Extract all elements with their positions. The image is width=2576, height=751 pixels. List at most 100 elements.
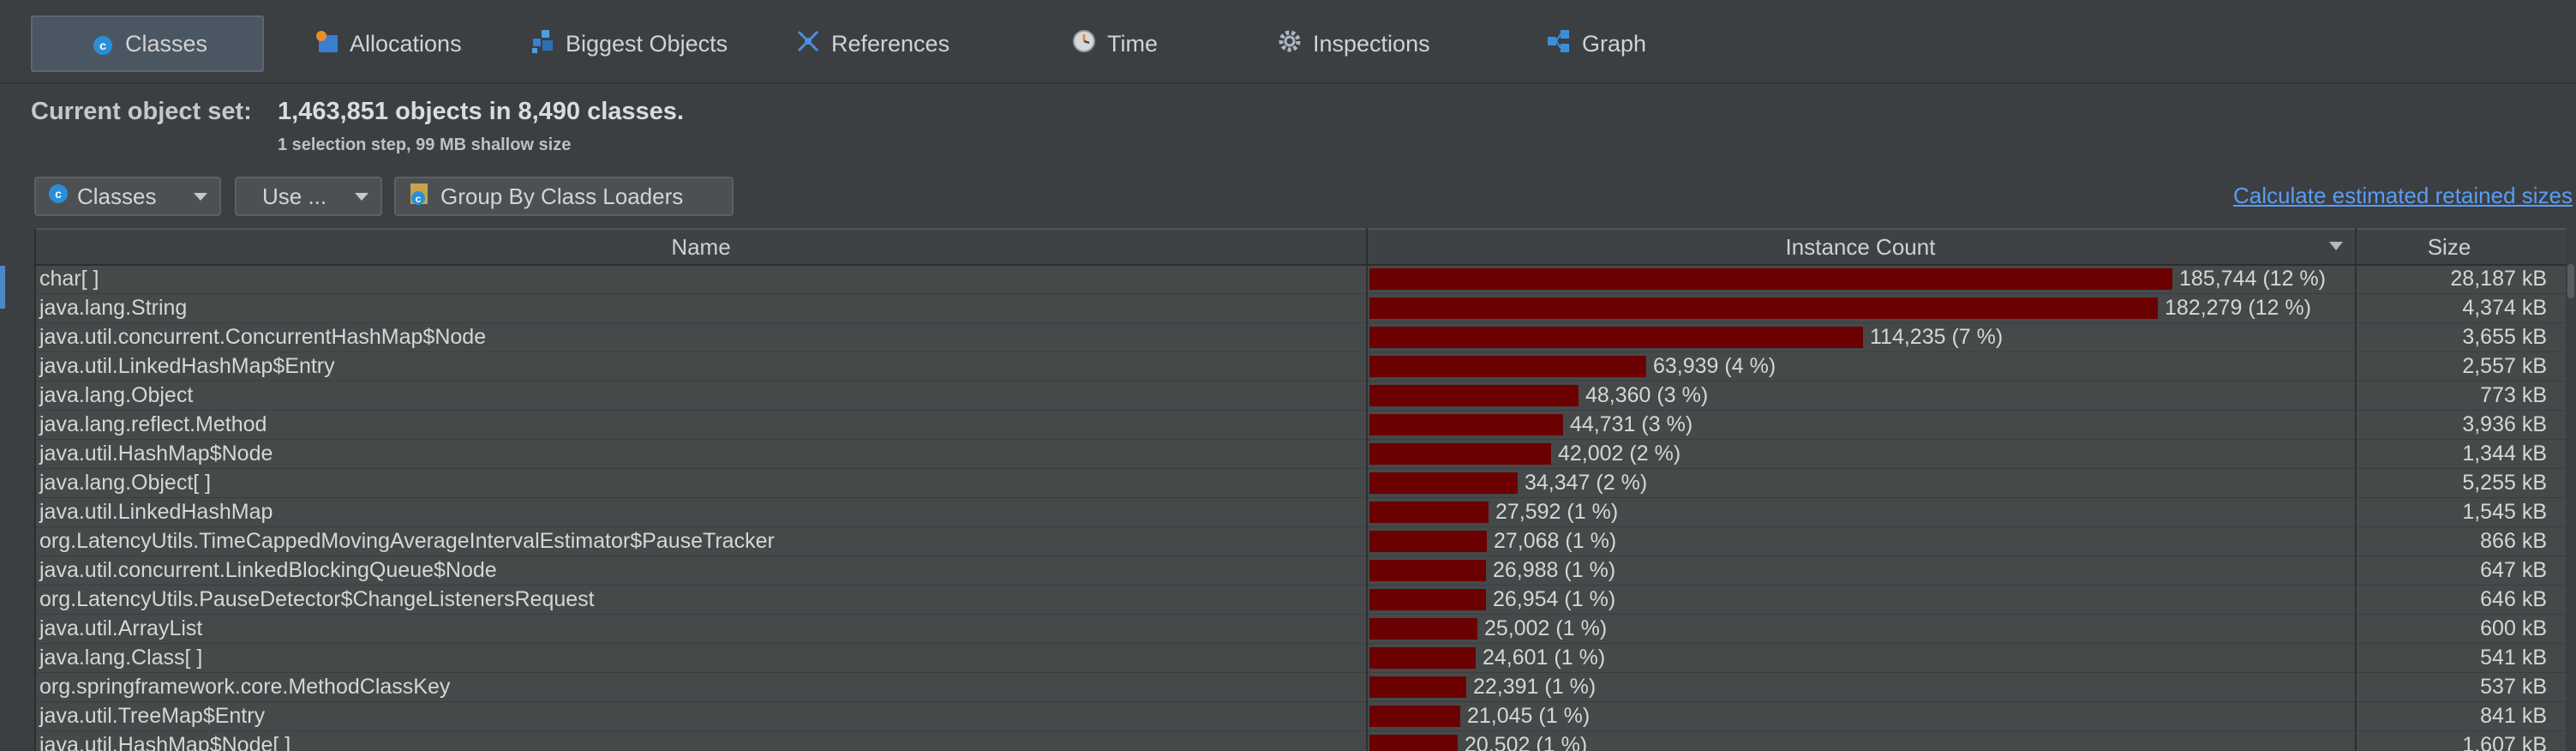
instance-count-bar: [1369, 297, 2158, 319]
size-cell: 866 kB: [2480, 529, 2547, 553]
instance-count-cell: 42,002 (2 %): [1558, 442, 1681, 466]
tab-label: Time: [1107, 30, 1158, 57]
size-cell: 841 kB: [2480, 704, 2547, 728]
sort-descending-icon: [2329, 242, 2343, 250]
instance-count-cell: 63,939 (4 %): [1653, 354, 1776, 378]
column-divider: [2355, 228, 2357, 751]
instance-count-cell: 27,068 (1 %): [1494, 529, 1617, 553]
size-cell: 537 kB: [2480, 675, 2547, 699]
tab-classes[interactable]: c Classes: [31, 15, 264, 72]
tab-label: Inspections: [1313, 30, 1430, 57]
tab-allocations[interactable]: Allocations: [298, 15, 462, 72]
table-row[interactable]: java.util.concurrent.ConcurrentHashMap$N…: [36, 322, 2566, 352]
svg-text:c: c: [99, 39, 106, 52]
object-set-details: 1 selection step, 99 MB shallow size: [278, 135, 572, 154]
table-row[interactable]: org.LatencyUtils.TimeCappedMovingAverage…: [36, 526, 2566, 556]
instance-count-bar: [1369, 706, 1460, 727]
class-c-icon: c: [48, 183, 69, 210]
table-row[interactable]: java.util.concurrent.LinkedBlockingQueue…: [36, 556, 2566, 586]
chevron-down-icon: [194, 192, 207, 201]
calculate-retained-sizes-link[interactable]: Calculate estimated retained sizes: [2233, 183, 2573, 209]
allocations-icon: [314, 28, 339, 60]
table-row[interactable]: org.LatencyUtils.PauseDetector$ChangeLis…: [36, 585, 2566, 615]
selection-indicator: [0, 266, 5, 309]
table-row[interactable]: java.util.LinkedHashMap 27,592 (1 %) 1,545…: [36, 497, 2566, 527]
tab-label: Biggest Objects: [566, 30, 728, 57]
tab-label: Graph: [1582, 30, 1647, 57]
instance-count-bar: [1369, 502, 1489, 523]
chevron-down-icon: [355, 192, 368, 201]
instance-count-cell: 22,391 (1 %): [1473, 675, 1597, 699]
size-cell: 2,557 kB: [2462, 354, 2547, 378]
instance-count-cell: 27,592 (1 %): [1495, 500, 1619, 524]
tab-inspections[interactable]: Inspections: [1261, 15, 1430, 72]
class-name-cell: org.springframework.core.MethodClassKey: [39, 675, 451, 699]
size-cell: 3,936 kB: [2462, 412, 2547, 436]
svg-text:c: c: [55, 187, 62, 201]
tab-biggest-objects[interactable]: Biggest Objects: [514, 15, 728, 72]
instance-count-bar: [1369, 327, 1863, 348]
table-row[interactable]: java.util.HashMap$Node 42,002 (2 %) 1,344 …: [36, 439, 2566, 469]
size-cell: 28,187 kB: [2450, 267, 2547, 291]
class-name-cell: java.util.ArrayList: [39, 616, 203, 640]
table-row[interactable]: java.util.HashMap$Node[ ] 20,502 (1 %) 1,6…: [36, 730, 2566, 751]
size-cell: 600 kB: [2480, 616, 2547, 640]
class-name-cell: org.LatencyUtils.PauseDetector$ChangeLis…: [39, 587, 595, 611]
class-name-cell: java.lang.reflect.Method: [39, 412, 267, 436]
instance-count-cell: 26,954 (1 %): [1493, 587, 1616, 611]
references-icon: [795, 28, 821, 60]
column-header-size[interactable]: Size: [2355, 234, 2543, 261]
group-button-label: Group By Class Loaders: [440, 183, 684, 209]
class-loader-icon: c: [408, 181, 432, 213]
table-row[interactable]: java.lang.String 182,279 (12 %) 4,374 kB: [36, 293, 2566, 323]
instance-count-cell: 34,347 (2 %): [1525, 471, 1648, 495]
size-cell: 5,255 kB: [2462, 471, 2547, 495]
class-name-cell: org.LatencyUtils.TimeCappedMovingAverage…: [39, 529, 775, 553]
class-name-cell: java.util.HashMap$Node[ ]: [39, 733, 291, 751]
instance-count-bar: [1369, 531, 1487, 552]
use-button[interactable]: Use ...: [235, 177, 382, 216]
column-divider: [1366, 228, 1368, 751]
view-select-label: Classes: [77, 183, 157, 209]
size-cell: 1,545 kB: [2462, 500, 2547, 524]
table-row[interactable]: java.lang.Object 48,360 (3 %) 773 kB: [36, 381, 2566, 411]
tab-label: References: [831, 30, 950, 57]
table-row[interactable]: org.springframework.core.MethodClassKey 2…: [36, 672, 2566, 702]
instance-count-bar: [1369, 647, 1476, 669]
class-c-icon: c: [93, 35, 113, 62]
instance-count-cell: 21,045 (1 %): [1467, 704, 1591, 728]
table-row[interactable]: java.lang.Class[ ] 24,601 (1 %) 541 kB: [36, 643, 2566, 673]
table-row[interactable]: char[ ] 185,744 (12 %) 28,187 kB: [36, 264, 2566, 294]
tab-graph[interactable]: Graph: [1531, 15, 1646, 72]
column-header-name[interactable]: Name: [36, 234, 1366, 261]
instance-count-bar: [1369, 414, 1563, 436]
vertical-scrollbar[interactable]: [2567, 264, 2574, 298]
instance-count-cell: 25,002 (1 %): [1484, 616, 1608, 640]
size-cell: 647 kB: [2480, 558, 2547, 582]
table-row[interactable]: java.util.ArrayList 25,002 (1 %) 600 kB: [36, 614, 2566, 644]
biggest-objects-icon: [530, 28, 555, 60]
table-row[interactable]: java.util.TreeMap$Entry 21,045 (1 %) 841 k…: [36, 701, 2566, 731]
instance-count-bar: [1369, 443, 1551, 465]
table-row[interactable]: java.lang.reflect.Method 44,731 (3 %) 3,93…: [36, 410, 2566, 440]
tab-time[interactable]: Time: [1056, 15, 1158, 72]
class-name-cell: java.util.concurrent.ConcurrentHashMap$N…: [39, 325, 487, 349]
tab-references[interactable]: References: [780, 15, 950, 72]
group-by-class-loaders-button[interactable]: c Group By Class Loaders: [394, 177, 734, 216]
size-cell: 3,655 kB: [2462, 325, 2547, 349]
tab-label: Classes: [125, 30, 208, 57]
graph-icon: [1546, 28, 1572, 60]
instance-count-cell: 182,279 (12 %): [2165, 296, 2311, 320]
svg-text:c: c: [416, 193, 422, 205]
table-row[interactable]: java.util.LinkedHashMap$Entry 63,939 (4 %…: [36, 351, 2566, 382]
classes-table: Name Instance Count Size char[ ] 185,744 …: [34, 228, 2566, 751]
instance-count-cell: 24,601 (1 %): [1483, 646, 1606, 670]
table-row[interactable]: java.lang.Object[ ] 34,347 (2 %) 5,255 kB: [36, 468, 2566, 498]
size-cell: 773 kB: [2480, 383, 2547, 407]
instance-count-cell: 114,235 (7 %): [1870, 325, 2004, 349]
instance-count-bar: [1369, 472, 1518, 494]
view-select[interactable]: c Classes: [34, 177, 221, 216]
class-name-cell: java.lang.Object: [39, 383, 194, 407]
column-header-instance-count[interactable]: Instance Count: [1368, 234, 2353, 261]
size-cell: 4,374 kB: [2462, 296, 2547, 320]
